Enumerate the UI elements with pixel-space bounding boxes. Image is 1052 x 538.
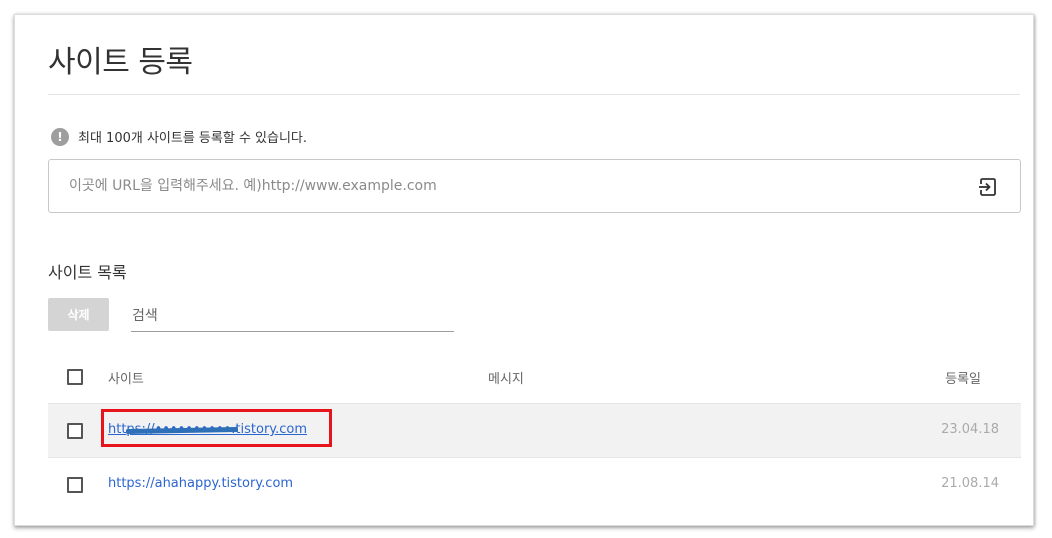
- table-header-row: 사이트 메시지 등록일: [48, 350, 1021, 404]
- red-highlight-box: [101, 409, 332, 447]
- site-registration-panel: 사이트 등록 ! 최대 100개 사이트를 등록할 수 있습니다. 사이트 목록…: [14, 14, 1034, 526]
- notice: ! 최대 100개 사이트를 등록할 수 있습니다.: [51, 127, 307, 146]
- divider: [48, 94, 1020, 95]
- registration-date: 21.08.14: [941, 476, 999, 491]
- registration-date: 23.04.18: [941, 422, 999, 437]
- submit-arrow-icon[interactable]: [976, 176, 998, 198]
- column-header-site: 사이트: [108, 372, 144, 387]
- column-header-date: 등록일: [945, 372, 981, 387]
- page-title: 사이트 등록: [48, 45, 193, 80]
- select-all-checkbox[interactable]: [67, 369, 83, 385]
- column-header-message: 메시지: [488, 372, 524, 387]
- row-checkbox[interactable]: [67, 423, 83, 439]
- site-link[interactable]: https://ahahappy.tistory.com: [108, 476, 293, 491]
- notice-text: 최대 100개 사이트를 등록할 수 있습니다.: [78, 131, 308, 146]
- info-icon: !: [51, 127, 69, 146]
- url-input[interactable]: [69, 160, 949, 212]
- table-row[interactable]: https://ahahappy.tistory.com 21.08.14: [48, 458, 1021, 512]
- delete-button[interactable]: 삭제: [48, 298, 109, 331]
- url-input-box: [48, 159, 1021, 213]
- site-list-title: 사이트 목록: [48, 263, 127, 282]
- row-checkbox[interactable]: [67, 477, 83, 493]
- search-input[interactable]: [131, 301, 454, 332]
